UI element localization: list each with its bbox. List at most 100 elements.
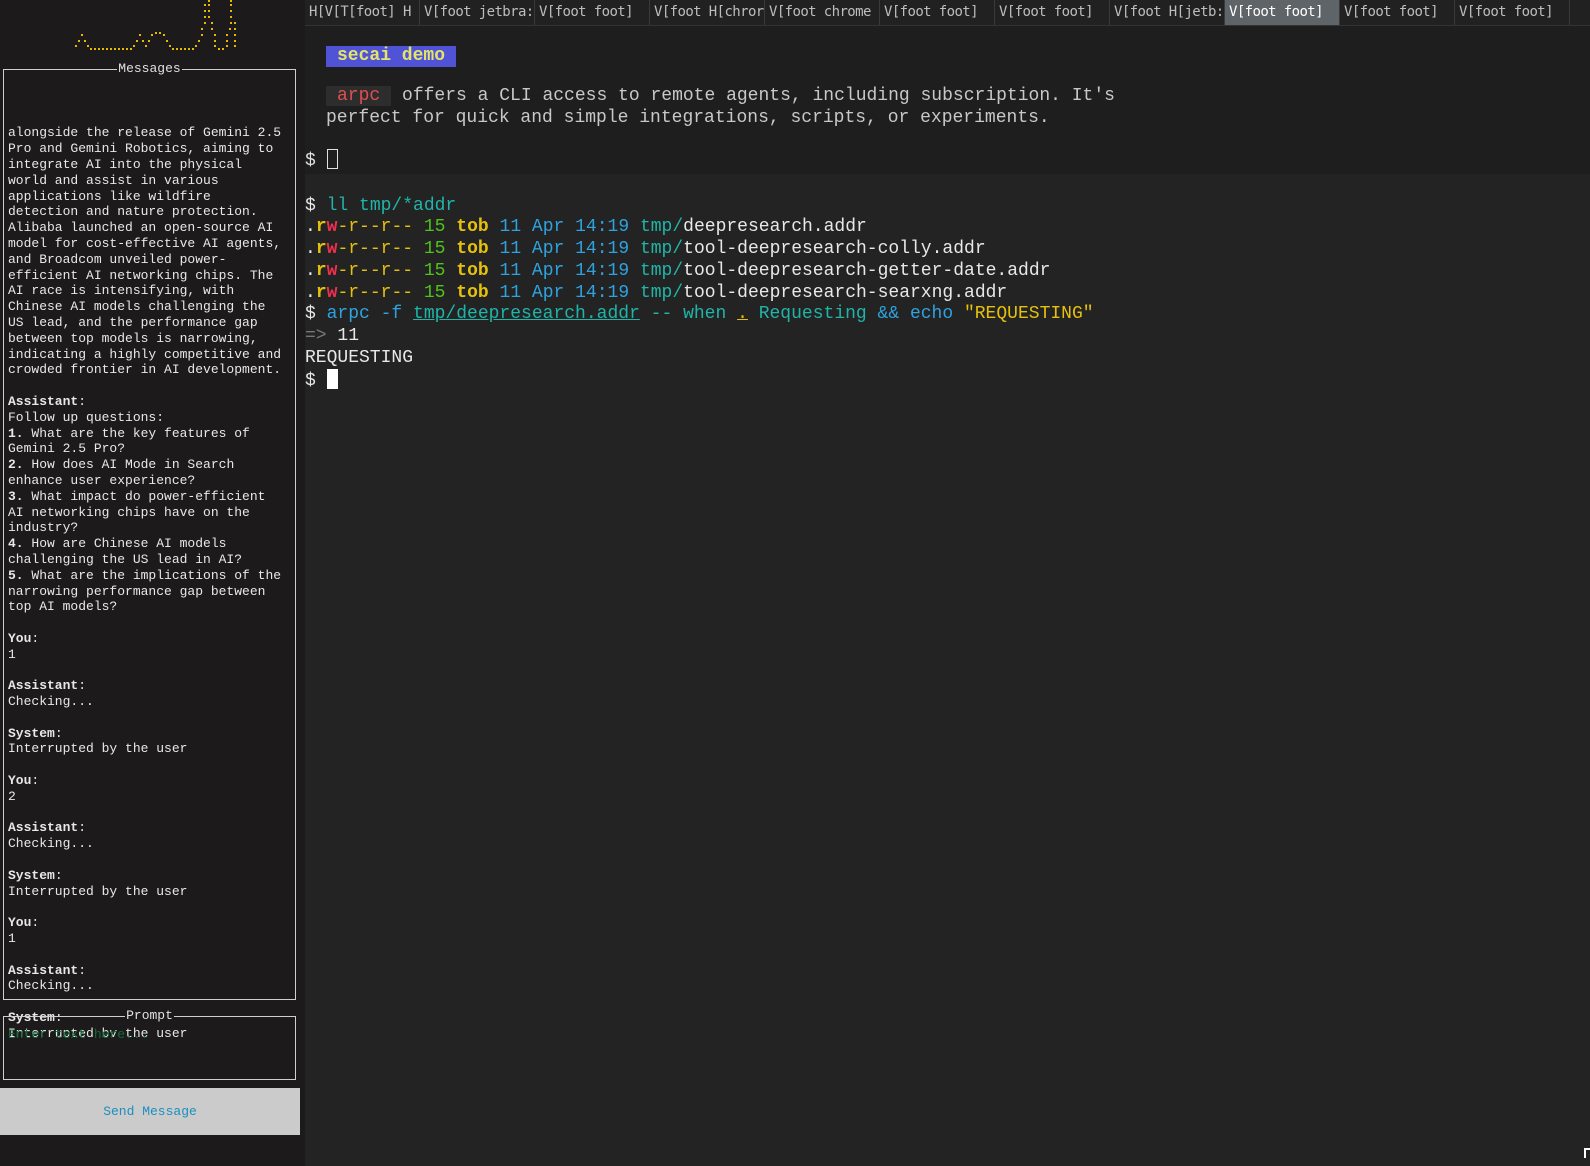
logo-dot	[172, 48, 174, 50]
message-line: applications like wildfire	[8, 188, 211, 204]
file-field: 11 Apr 14:19	[499, 239, 630, 260]
logo-dot	[75, 45, 77, 47]
terminal-pane-top[interactable]: secai demo arpc offers a CLI access to r…	[305, 26, 1590, 174]
prompt-input[interactable]	[8, 1027, 291, 1042]
file-field: -r--r--	[337, 217, 414, 238]
chat-sidebar: Messages alongside the release of Gemini…	[0, 0, 300, 1166]
logo-dot	[218, 48, 220, 50]
logo-dot	[208, 10, 210, 12]
messages-panel[interactable]: Messages alongside the release of Gemini…	[3, 61, 296, 1037]
logo-dot	[98, 48, 100, 50]
message-line: 2. How does AI Mode in Search	[8, 457, 235, 473]
message-line: Pro and Gemini Robotics, aiming to	[8, 141, 274, 157]
role-label: Assistant	[8, 962, 79, 978]
message-line: challenging the US lead in AI?	[8, 551, 243, 567]
file-field: w	[326, 282, 338, 303]
message-line: integrate AI into the physical	[8, 156, 243, 172]
logo-dot	[208, 4, 210, 6]
file-field: tool-deepresearch-colly.addr	[683, 239, 986, 260]
logo-dot	[184, 48, 186, 50]
file-field: tob	[456, 239, 489, 260]
tab[interactable]: V[foot H[jetb:	[1110, 0, 1225, 25]
message-line: Checking...	[8, 836, 94, 852]
message-role: Assistant:	[8, 820, 87, 836]
file-field: tool-deepresearch-searxng.addr	[683, 282, 1008, 303]
logo-dot	[201, 34, 203, 36]
file-field: tmp/	[639, 260, 684, 281]
message-line: Interrupted by the user	[8, 883, 188, 899]
message-line: model for cost-effective AI agents,	[8, 235, 282, 251]
result-line: => 11	[305, 326, 1094, 348]
logo-dot	[195, 45, 197, 47]
logo-dot	[226, 45, 228, 47]
tab[interactable]: V[foot foot]	[1225, 0, 1340, 25]
logo-dot	[230, 16, 232, 18]
file-field: 15	[423, 239, 446, 260]
logo-dot	[214, 40, 216, 42]
file-field: r	[315, 282, 327, 303]
logo-dot	[222, 48, 224, 50]
logo-dot	[204, 22, 206, 24]
message-line: AI race is intensifying, with	[8, 283, 235, 299]
message-role: You:	[8, 773, 40, 789]
message-line: between top models is narrowing,	[8, 330, 258, 346]
logo-dot	[151, 34, 153, 36]
message-line: narrowing performance gap between	[8, 583, 266, 599]
role-label: Assistant	[8, 820, 79, 836]
send-message-button[interactable]: Send Message	[0, 1088, 300, 1135]
terminal-window[interactable]: H[V[T[foot] H V[foot jetbra: V[foot foot] V…	[305, 0, 1590, 1166]
tab[interactable]: V[foot jetbra:	[420, 0, 535, 25]
file-row: .rw-r--r-- 15 tob 11 Apr 14:19 tmp/tool-…	[305, 283, 1094, 305]
file-field: .	[305, 239, 316, 260]
tab[interactable]: V[foot foot]	[995, 0, 1110, 25]
file-field: 15	[423, 282, 446, 303]
tab[interactable]: V[foot chrome	[765, 0, 880, 25]
logo-dot	[106, 48, 108, 50]
message-list[interactable]: alongside the release of Gemini 2.5 Pro a…	[8, 125, 291, 1037]
file-field: tob	[456, 260, 489, 281]
demo-badge: secai demo	[326, 46, 457, 67]
logo-dot	[163, 34, 165, 36]
logo-skyline	[75, 0, 236, 50]
tab[interactable]: V[foot H[chror	[650, 0, 765, 25]
message: System: Interrupted by the user	[8, 726, 291, 758]
role-label: You	[8, 630, 32, 646]
message-role: You:	[8, 630, 40, 646]
file-field: tool-deepresearch-getter-date.addr	[683, 260, 1051, 281]
logo-dot	[211, 22, 213, 24]
logo-dot	[126, 48, 128, 50]
message-role: Assistant:	[8, 393, 87, 409]
message-line: world and assist in various	[8, 172, 219, 188]
tab[interactable]: V[foot foot]	[535, 0, 650, 25]
logo-dot	[84, 40, 86, 42]
logo-dot	[166, 40, 168, 42]
logo-dot	[204, 10, 206, 12]
file-field: 15	[423, 260, 446, 281]
logo-dot	[122, 48, 124, 50]
tab[interactable]: V[foot foot]	[1455, 0, 1570, 25]
logo-dot	[226, 40, 228, 42]
message-role: You:	[8, 915, 40, 931]
file-field: -r--r--	[337, 282, 414, 303]
file-field: tob	[456, 282, 489, 303]
logo-dot	[176, 48, 178, 50]
tab[interactable]: V[foot foot]	[1340, 0, 1455, 25]
tab[interactable]: V[foot foot]	[880, 0, 995, 25]
message-role: System:	[8, 867, 63, 883]
resize-handle-icon[interactable]	[1584, 1148, 1590, 1158]
message: System: Interrupted by the user	[8, 868, 291, 900]
cmd-file-link[interactable]: tmp/deepresearch.addr	[413, 304, 640, 324]
message-role: Assistant:	[8, 962, 87, 978]
cursor-icon	[326, 149, 338, 169]
tab[interactable]: H[V[T[foot] H	[305, 0, 420, 25]
message: You: 2	[8, 773, 291, 805]
message-line: Interrupted by the user	[8, 741, 188, 757]
file-field: 11 Apr 14:19	[499, 260, 630, 281]
logo-dot	[110, 48, 112, 50]
file-field: -r--r--	[337, 239, 414, 260]
message-line: Gemini 2.5 Pro?	[8, 441, 126, 457]
file-field: deepresearch.addr	[683, 217, 867, 238]
cmd-part: arpc -f	[326, 304, 414, 325]
logo-dot	[145, 45, 147, 47]
logo-dot	[87, 45, 89, 47]
